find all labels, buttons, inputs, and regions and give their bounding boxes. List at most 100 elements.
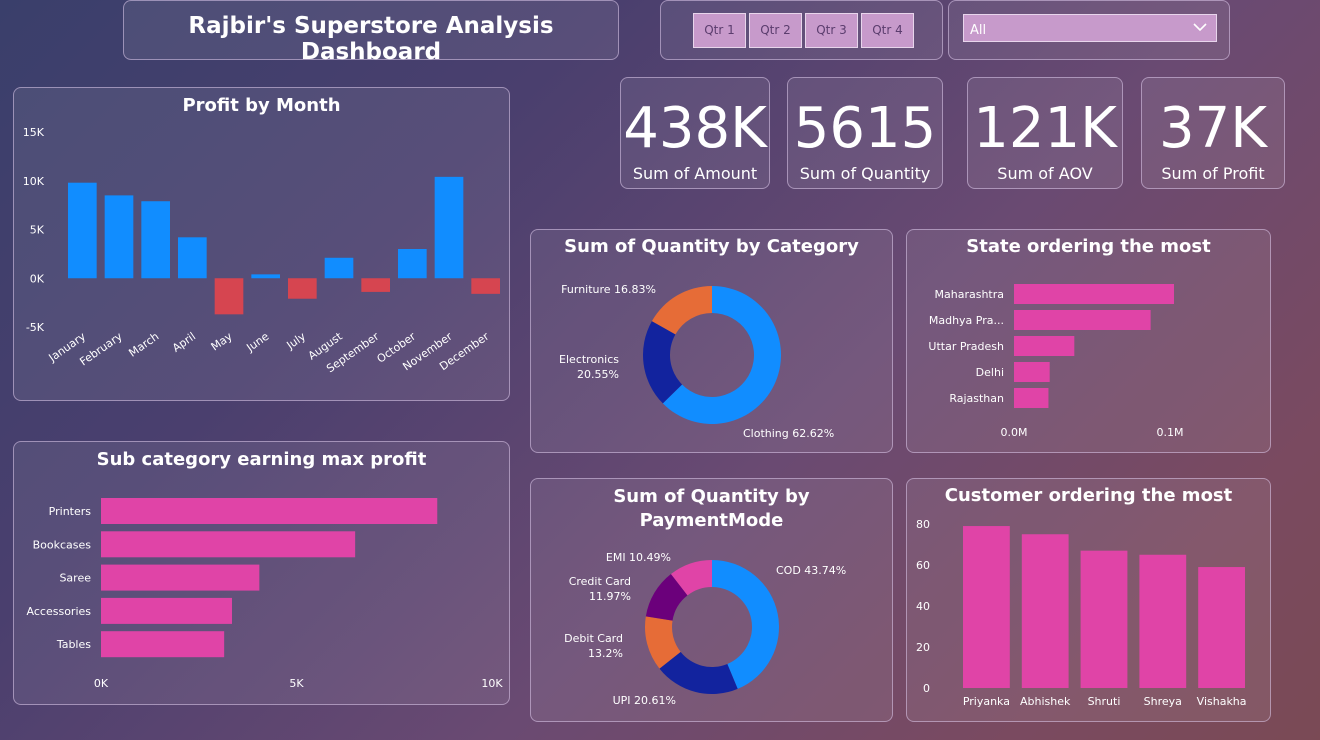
kpi-value: 438K [623,96,767,161]
subcategory-profit-chart: Printers Bookcases Saree Accessories Tables 0… [27,498,503,690]
x-tick-label: Priyanka [963,695,1010,708]
y-tick-label: Tables [56,638,91,651]
title-panel: Rajbir's Superstore Analysis Dashboard [123,0,619,65]
state-ordering-panel: State ordering the most Maharashtra Madhy… [906,229,1271,453]
subcategory-bar [101,631,225,658]
customer-ordering-chart: 80 60 40 20 0 Priyanka Abhishek Shruti Shreya Vis… [916,518,1247,708]
subcategory-bar [101,531,356,558]
x-tick-label: Abhishek [1020,695,1071,708]
state-bar [1014,362,1050,382]
slice-label: COD 43.74% [776,564,846,577]
slice-label: Debit Card [564,632,623,645]
kpi-card-profit: 37K Sum of Profit [1141,77,1285,189]
kpi-label: Sum of Quantity [799,164,931,183]
kpi-card-quantity: 5615 Sum of Quantity [787,77,943,189]
x-tick-label: April [170,330,198,355]
slice-label: EMI 10.49% [606,551,671,564]
y-tick-label: Madhya Pra... [929,314,1004,327]
x-tick-label: 10K [481,677,503,690]
y-tick-label: Uttar Pradesh [928,340,1004,353]
month-bar [104,195,134,279]
filter-selected-value: All [970,23,987,38]
month-bar [214,278,244,315]
kpi-label: Sum of AOV [997,164,1093,183]
slice-label: Furniture 16.83% [561,283,656,296]
qty-by-payment-panel: Sum of Quantity by PaymentMode COD 43.74… [530,478,893,722]
month-bar [178,237,207,279]
y-tick-label: 0K [30,272,45,285]
y-tick-label: 80 [916,518,930,531]
y-tick-label: 5K [30,224,45,237]
customer-ordering-panel: Customer ordering the most 80 60 40 20 0 Priy… [906,478,1271,722]
state-bar [1014,336,1075,356]
profit-by-month-panel: Profit by Month 15K 10K 5K 0K -5K January Febr… [13,87,510,401]
kpi-value: 121K [973,96,1117,161]
y-tick-label: 15K [23,126,45,139]
month-bar [251,274,280,279]
x-tick-label: 0.1M [1157,426,1184,439]
qty-by-category-panel: Sum of Quantity by Category Clothing 62.… [530,229,893,453]
slice-label: Electronics [559,353,619,366]
y-tick-label: 0 [923,682,930,695]
slice-label: Clothing 62.62% [743,427,834,440]
qtr-4-button[interactable]: Qtr 4 [861,13,914,48]
month-bar [288,278,317,299]
month-bar [141,201,170,279]
y-tick-label: Saree [59,572,91,585]
slice-label: UPI 20.61% [613,694,676,707]
y-tick-label: Printers [49,505,92,518]
kpi-value: 37K [1159,96,1267,161]
y-tick-label: 20 [916,641,930,654]
y-tick-label: 60 [916,559,930,572]
kpi-label: Sum of Amount [632,164,758,183]
subcategory-bar [101,564,260,591]
y-tick-label: Maharashtra [935,288,1005,301]
customer-bar [1139,554,1187,688]
state-ordering-chart: Maharashtra Madhya Pra... Uttar Pradesh Del… [928,284,1184,439]
month-bar [324,257,354,279]
month-bar [471,278,500,294]
y-tick-label: -5K [26,321,45,334]
y-tick-label: Bookcases [33,538,92,551]
x-tick-label: Vishakha [1197,695,1247,708]
customer-bar [963,526,1010,688]
customer-bar [1198,567,1245,688]
customer-bar [1021,534,1069,688]
month-bar [68,182,97,279]
qtr-1-button[interactable]: Qtr 1 [693,13,746,48]
quarter-slicer: Qtr 1 Qtr 2 Qtr 3 Qtr 4 [660,0,943,60]
qty-by-payment-chart: COD 43.74% UPI 20.61% Debit Card 13.2% Credi… [564,551,846,707]
qtr-3-button[interactable]: Qtr 3 [805,13,858,48]
kpi-card-amount: 438K Sum of Amount [620,77,770,189]
slice-label: 11.97% [589,590,631,603]
subcategory-profit-panel: Sub category earning max profit Printers… [13,441,510,705]
x-tick-label: July [284,330,309,353]
month-bar [398,249,427,279]
month-bar [361,278,390,292]
slice-label: 20.55% [577,368,619,381]
y-tick-label: 40 [916,600,930,613]
slice-label: Credit Card [569,575,631,588]
filter-dropdown[interactable]: All [963,14,1217,42]
filter-panel: All [948,0,1230,60]
subcategory-bar [101,498,438,524]
qty-by-category-chart: Clothing 62.62% Electronics 20.55% Furnitur… [559,283,834,440]
qtr-2-button[interactable]: Qtr 2 [749,13,802,48]
dashboard-title: Rajbir's Superstore Analysis Dashboard [188,13,554,65]
x-tick-label: Shreya [1144,695,1182,708]
kpi-value: 5615 [793,96,937,161]
chevron-down-icon [1193,23,1207,32]
state-bar [1014,284,1174,304]
subcategory-bar [101,597,232,624]
x-tick-label: 0.0M [1001,426,1028,439]
y-tick-label: 10K [23,175,45,188]
x-tick-label: May [209,330,235,354]
x-tick-label: Shruti [1088,695,1121,708]
kpi-card-aov: 121K Sum of AOV [967,77,1123,189]
y-tick-label: Rajasthan [949,392,1004,405]
customer-bar [1080,550,1128,688]
month-bar [434,176,464,279]
y-tick-label: Delhi [976,366,1004,379]
slice-label: 13.2% [588,647,623,660]
state-bar [1014,310,1151,330]
